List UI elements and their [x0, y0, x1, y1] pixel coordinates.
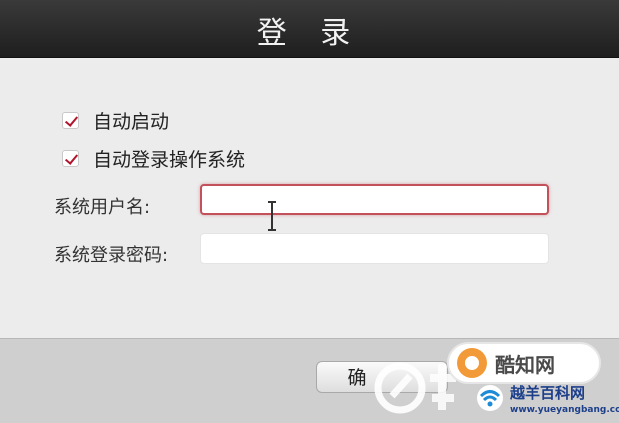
watermark-site: 越羊百科网 www.yueyangbang.com	[474, 380, 619, 423]
confirm-button-label: 确	[347, 367, 367, 389]
auto-login-checkbox[interactable]	[62, 149, 79, 167]
dialog-title: 登 录	[256, 16, 363, 51]
username-label: 系统用户名:	[54, 197, 151, 218]
password-label: 系统登录密码:	[54, 245, 169, 266]
wifi-logo-icon	[477, 385, 503, 411]
password-input[interactable]	[201, 234, 548, 263]
login-dialog: 登 录 自动启动 自动登录操作系统 系统用户名: 系统登录密码: 确 酷知网 越…	[0, 0, 619, 423]
auto-start-option[interactable]: 自动启动	[62, 107, 169, 133]
username-input[interactable]	[202, 186, 547, 213]
watermark-badge: 酷知网	[447, 342, 601, 384]
watermark-site-url: www.yueyangbang.com	[510, 405, 619, 415]
title-bar[interactable]: 登 录	[0, 0, 619, 58]
auto-start-checkbox[interactable]	[62, 111, 79, 129]
watermark-badge-icon	[457, 348, 487, 378]
password-field[interactable]	[200, 233, 549, 264]
auto-login-label: 自动登录操作系统	[93, 148, 246, 171]
auto-login-option[interactable]: 自动登录操作系统	[62, 145, 245, 171]
watermark-site-name: 越羊百科网	[510, 384, 586, 402]
username-field[interactable]	[200, 184, 549, 215]
watermark-badge-text: 酷知网	[495, 352, 555, 377]
auto-start-label: 自动启动	[93, 110, 170, 133]
ibeam-cursor-icon	[268, 201, 276, 231]
